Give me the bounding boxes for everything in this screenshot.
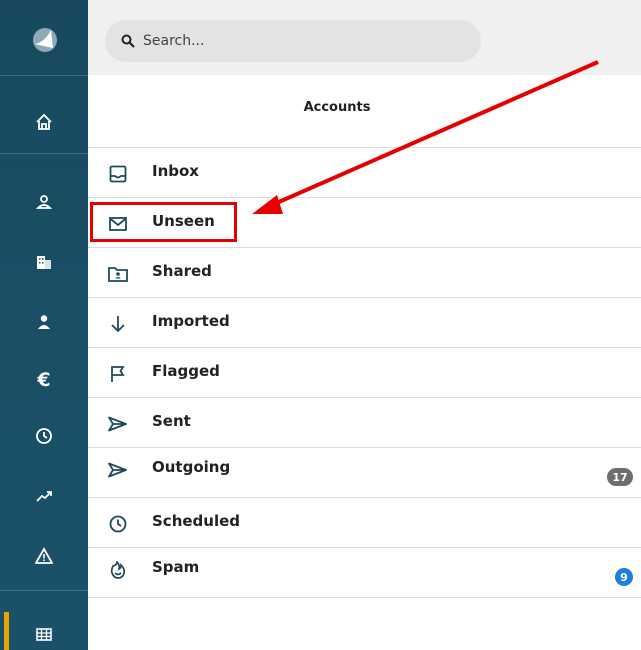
companies-icon[interactable] (32, 250, 56, 274)
app-sidebar: € (0, 0, 88, 650)
spam-icon (108, 560, 128, 580)
folder-item-outgoing[interactable]: Outgoing 17 (88, 448, 641, 498)
folder-label: Inbox (152, 162, 199, 180)
folder-label: Outgoing (152, 458, 231, 476)
rail-divider (0, 153, 88, 154)
rail-divider (0, 590, 88, 591)
time-icon[interactable] (32, 424, 56, 448)
shared-folder-icon (108, 264, 128, 284)
contacts-icon[interactable] (32, 190, 56, 214)
flag-icon (108, 364, 128, 384)
search-input[interactable] (143, 33, 463, 49)
send-icon (108, 414, 128, 434)
folder-list: Inbox Unseen Shared Imported Flagged Sen… (88, 148, 641, 598)
home-icon[interactable] (32, 110, 56, 134)
folder-label: Imported (152, 312, 230, 330)
folder-item-imported[interactable]: Imported (88, 298, 641, 348)
users-icon[interactable] (32, 310, 56, 334)
folder-label: Shared (152, 262, 212, 280)
alerts-icon[interactable] (32, 544, 56, 568)
logo-icon[interactable] (29, 24, 61, 56)
reports-icon[interactable] (32, 484, 56, 508)
folder-label: Scheduled (152, 512, 241, 530)
apps-grid-icon[interactable] (32, 622, 56, 646)
search-box[interactable] (105, 20, 481, 62)
folder-item-inbox[interactable]: Inbox (88, 148, 641, 198)
count-badge: 9 (615, 568, 633, 586)
folder-item-sent[interactable]: Sent (88, 398, 641, 448)
inbox-icon (108, 164, 128, 184)
arrow-down-icon (108, 314, 128, 334)
folder-item-scheduled[interactable]: Scheduled (88, 498, 641, 548)
folder-label: Unseen (152, 212, 215, 230)
billing-icon[interactable]: € (32, 368, 56, 392)
folder-item-unseen[interactable]: Unseen (88, 198, 641, 248)
count-badge: 17 (607, 468, 633, 486)
rail-divider (0, 75, 88, 76)
envelope-icon (108, 214, 128, 234)
folder-item-spam[interactable]: Spam 9 (88, 548, 641, 598)
search-icon (121, 34, 135, 48)
section-title: Accounts (303, 100, 371, 115)
folder-label: Spam (152, 558, 200, 576)
folder-item-shared[interactable]: Shared (88, 248, 641, 298)
active-indicator (4, 612, 9, 650)
clock-icon (108, 514, 128, 534)
folder-label: Flagged (152, 362, 220, 380)
folder-item-flagged[interactable]: Flagged (88, 348, 641, 398)
send-icon (108, 460, 128, 480)
folder-label: Sent (152, 412, 191, 430)
